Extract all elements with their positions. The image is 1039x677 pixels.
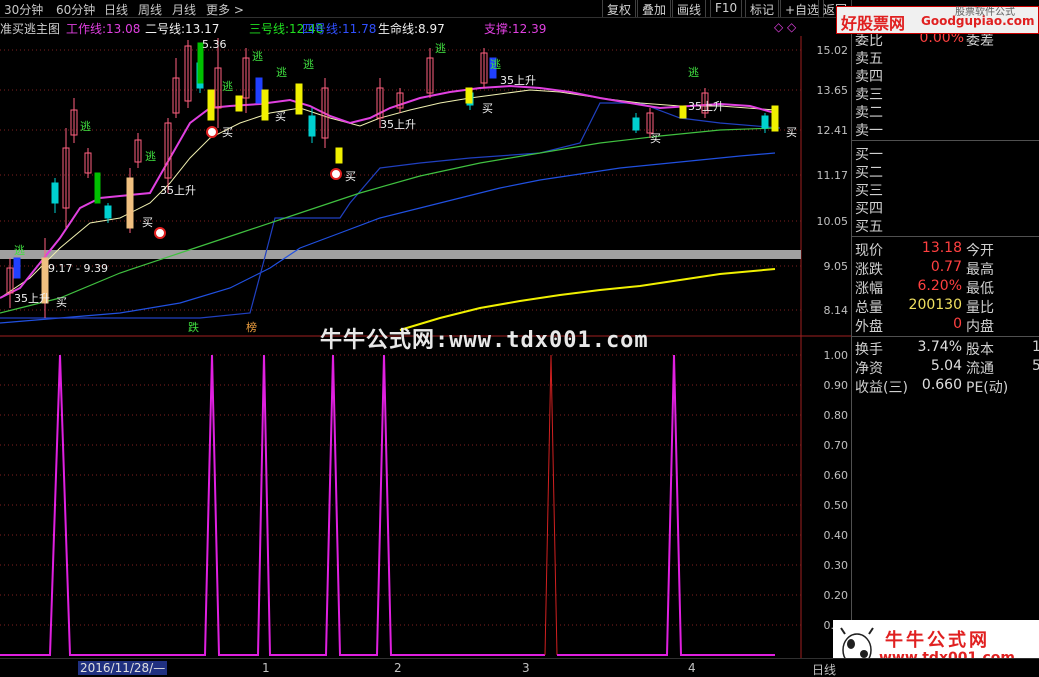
osc-tick: 0.90	[823, 379, 849, 392]
sell-level: 卖一	[855, 123, 883, 139]
period-more[interactable]: 更多 >	[206, 1, 244, 18]
divider	[852, 140, 1039, 141]
date-axis: 2016/11/28/— 1 2 3 4 日线	[0, 658, 1039, 677]
escape-mark: 逃	[490, 58, 501, 71]
price-tick: 9.05	[823, 260, 849, 273]
sell-level: 卖三	[855, 87, 883, 103]
osc-tick: 0.60	[823, 469, 849, 482]
draw-line-button[interactable]: 画线	[672, 0, 707, 17]
osc-tick: 0.30	[823, 559, 849, 572]
period-30min[interactable]: 30分钟	[4, 1, 43, 18]
divider	[852, 236, 1039, 237]
escape-mark: 逃	[303, 58, 314, 71]
adjust-button[interactable]: 复权	[602, 0, 637, 17]
buy-mark: 买	[56, 296, 67, 309]
low-mark: 9.17 - 9.39	[48, 262, 108, 275]
ma35-mark: 35上升	[14, 292, 50, 305]
buy-level: 买五	[855, 219, 883, 235]
eps: 0.660	[921, 377, 962, 393]
gray-band	[0, 250, 801, 259]
ma35-mark: 35上升	[500, 74, 536, 87]
buy-level: 买四	[855, 201, 883, 217]
period-60min[interactable]: 60分钟	[56, 1, 95, 18]
change-value: 0.77	[930, 259, 962, 275]
escape-mark: 逃	[688, 66, 699, 79]
escape-mark: 逃	[222, 80, 233, 93]
date-cursor[interactable]: 2016/11/28/—	[78, 661, 168, 675]
osc-tick: 0.80	[823, 409, 849, 422]
escape-mark: 逃	[145, 150, 156, 163]
osc-tick: 1.00	[823, 349, 849, 362]
price-tick: 8.14	[823, 304, 849, 317]
osc-tick: 0.40	[823, 529, 849, 542]
buy-mark: 买	[786, 126, 797, 139]
osc-tick: 0.50	[823, 499, 849, 512]
sell-level: 卖四	[855, 69, 883, 85]
buy-mark: 买	[650, 132, 661, 145]
period-daily[interactable]: 日线	[104, 1, 128, 18]
buy-mark: 买	[275, 110, 286, 123]
buy-level: 买一	[855, 147, 883, 163]
price-tick: 12.41	[816, 124, 849, 137]
date-tick: 3	[522, 661, 530, 675]
overlay-button[interactable]: 叠加	[637, 0, 672, 17]
buy-mark: 买	[142, 216, 153, 229]
date-tick: 1	[262, 661, 270, 675]
ma35-mark: 35上升	[160, 184, 196, 197]
f10-button[interactable]: F10	[710, 0, 743, 17]
buy-mark: 买	[345, 170, 356, 183]
buy-level: 买三	[855, 183, 883, 199]
high-mark: 5.36	[202, 38, 227, 51]
line4	[0, 152, 776, 324]
date-tick: 2	[394, 661, 402, 675]
divider	[852, 336, 1039, 337]
candles	[6, 38, 779, 318]
ma35-mark: 35上升	[688, 100, 724, 113]
change-pct: 6.20%	[917, 278, 962, 294]
ma35-mark: 35上升	[380, 118, 416, 131]
price-tick: 11.17	[816, 169, 849, 182]
life-line	[399, 268, 776, 331]
mark-button[interactable]: 标记	[745, 0, 780, 17]
escape-mark: 逃	[14, 244, 25, 257]
period-weekly[interactable]: 周线	[138, 1, 162, 18]
quote-panel: 委比 0.00% 委差 卖五 卖四 卖三 卖二 卖一 买一 买二 买三 买四 买…	[851, 18, 1039, 658]
outer-volume: 0	[953, 316, 962, 332]
watermark: 牛牛公式网:www.tdx001.com	[320, 328, 649, 353]
turnover: 3.74%	[917, 339, 962, 355]
sell-level: 卖五	[855, 51, 883, 67]
pattern-mark: 榜	[246, 320, 257, 334]
goodgupiao-logo: 好股票网 Goodgupiao.com 股票软件公式	[836, 6, 1039, 34]
osc-tick: 0.20	[823, 589, 849, 602]
buy-mark: 买	[482, 102, 493, 115]
price-tick: 13.65	[816, 84, 849, 97]
net-assets: 5.04	[930, 358, 962, 374]
osc-gridlines	[0, 354, 801, 626]
price-tick: 15.02	[816, 44, 849, 57]
escape-mark: 逃	[276, 66, 287, 79]
escape-mark: 逃	[252, 50, 263, 63]
escape-mark: 逃	[80, 120, 91, 133]
date-tick: 4	[688, 661, 696, 675]
total-volume: 200130	[908, 297, 962, 313]
period-monthly[interactable]: 月线	[172, 1, 196, 18]
escape-mark: 逃	[435, 42, 446, 55]
buy-level: 买二	[855, 165, 883, 181]
price-tick: 10.05	[816, 215, 849, 228]
sell-level: 卖二	[855, 105, 883, 121]
period-mode-label[interactable]: 日线	[812, 661, 836, 677]
buy-mark: 买	[222, 126, 233, 139]
osc-tick: 0.70	[823, 439, 849, 452]
drop-mark: 跌	[188, 320, 199, 334]
last-price: 13.18	[921, 240, 962, 256]
